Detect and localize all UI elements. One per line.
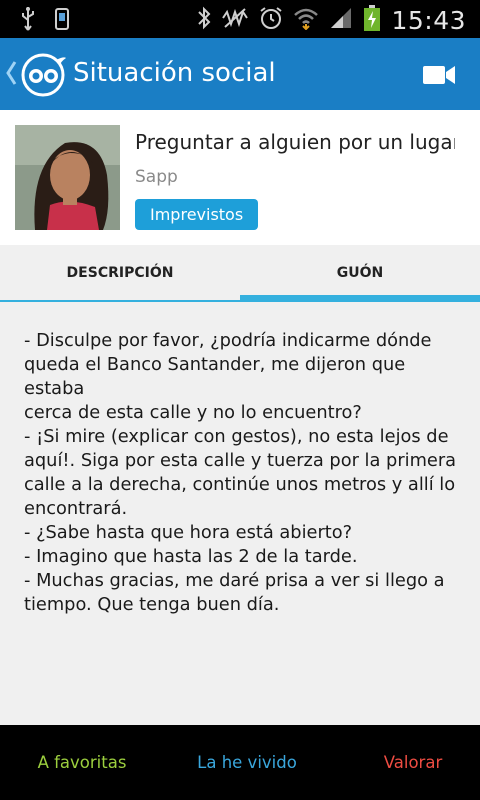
wifi-icon <box>293 6 319 34</box>
script-line: - ¿Sabe hasta que hora está abierto? <box>24 522 353 543</box>
tab-descripcion[interactable]: DESCRIPCIÓN <box>0 245 240 302</box>
sim-icon <box>54 8 70 34</box>
video-camera-icon[interactable] <box>422 64 456 90</box>
script-line: queda el Banco Santander, me dijeron que… <box>24 354 406 399</box>
script-line: - Disculpe por favor, ¿podría indicarme … <box>24 330 432 351</box>
battery-charging-icon <box>363 4 381 36</box>
situation-header: Preguntar a alguien por un lugar c Sapp … <box>0 110 480 245</box>
tab-bar: DESCRIPCIÓN GUÓN <box>0 245 480 302</box>
tab-active-indicator <box>240 295 480 302</box>
back-chevron-icon[interactable] <box>5 58 17 95</box>
usb-icon <box>20 6 36 36</box>
script-line: cerca de esta calle y no lo encuentro? <box>24 402 362 423</box>
script-line: - Muchas gracias, me daré prisa a ver si… <box>24 570 445 591</box>
action-bar: Situación social <box>0 38 480 110</box>
script-text: - Disculpe por favor, ¿podría indicarme … <box>24 329 470 617</box>
script-panel: - Disculpe por favor, ¿podría indicarme … <box>0 302 480 725</box>
script-line: aquí!. Siga por esta calle y tuerza por … <box>24 450 457 471</box>
alarm-icon <box>259 6 283 34</box>
script-line: encontrará. <box>24 498 128 519</box>
script-line: calle a la derecha, continúe unos metros… <box>24 474 456 495</box>
bluetooth-icon <box>197 6 211 34</box>
situation-author: Sapp <box>135 167 178 187</box>
status-time: 15:43 <box>391 5 466 35</box>
mute-icon <box>221 7 249 33</box>
status-bar: 15:43 <box>0 0 480 38</box>
signal-icon <box>329 6 353 34</box>
situation-title: Preguntar a alguien por un lugar c <box>135 130 455 154</box>
category-tag[interactable]: Imprevistos <box>135 199 259 230</box>
rate-button[interactable]: Valorar <box>333 725 480 800</box>
app-logo-icon[interactable] <box>20 52 66 98</box>
bottom-action-bar: A favoritas La he vivido Valorar <box>0 725 480 800</box>
script-line: - ¡Si mire (explicar con gestos), no est… <box>24 426 449 447</box>
situation-photo <box>15 125 120 230</box>
lived-it-button[interactable]: La he vivido <box>167 725 327 800</box>
add-favorites-button[interactable]: A favoritas <box>2 725 162 800</box>
tab-guion[interactable]: GUÓN <box>240 245 480 302</box>
screen-title: Situación social <box>73 58 276 88</box>
script-line: - Imagino que hasta las 2 de la tarde. <box>24 546 358 567</box>
script-line: tiempo. Que tenga buen día. <box>24 594 280 615</box>
